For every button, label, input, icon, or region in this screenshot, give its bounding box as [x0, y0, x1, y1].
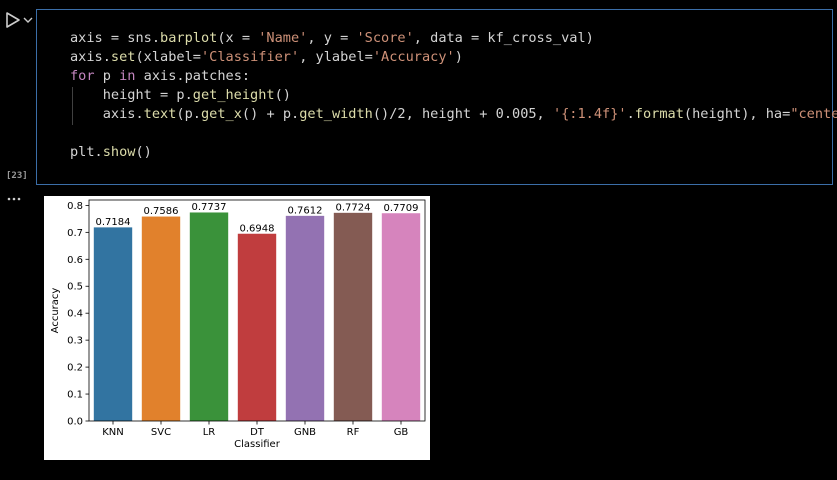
y-tick-label: 0.6	[67, 255, 83, 266]
code-line: axis.text(p.get_x() + p.get_width()/2, h…	[70, 106, 837, 122]
cell-run-controls	[0, 10, 36, 30]
bar-value-label: 0.7184	[96, 217, 131, 228]
bar-gb	[381, 213, 421, 421]
code-line: height = p.get_height()	[70, 87, 291, 103]
bar-gnb	[285, 215, 325, 421]
plot-output: 0.7184 KNN 0.7586 SVC 0.7737 LR 0.6948 DT 0.7612…	[44, 196, 430, 460]
x-tick-label: GB	[394, 427, 409, 438]
y-tick-label: 0.4	[67, 309, 83, 320]
bar-lr	[189, 212, 229, 421]
bar-value-label: 0.7709	[384, 203, 419, 214]
code-line: for p in axis.patches:	[70, 68, 251, 84]
bar-knn	[93, 227, 133, 421]
ellipsis-icon[interactable]	[7, 196, 23, 202]
x-tick-label: LR	[203, 427, 216, 438]
bar-rf	[333, 212, 373, 421]
bar-chart: 0.7184 KNN 0.7586 SVC 0.7737 LR 0.6948 DT 0.7612…	[50, 199, 426, 450]
y-axis-label: Accuracy	[50, 288, 61, 334]
y-tick-label: 0.3	[67, 336, 83, 347]
x-axis-label: Classifier	[234, 439, 281, 450]
bar-value-label: 0.7737	[192, 202, 227, 213]
x-tick-label: SVC	[151, 427, 171, 438]
bar-svc	[141, 216, 181, 421]
code-line: axis = sns.barplot(x = 'Name', y = 'Scor…	[70, 30, 594, 46]
code-editor[interactable]: axis = sns.barplot(x = 'Name', y = 'Scor…	[70, 29, 837, 162]
y-tick-label: 0.8	[67, 201, 83, 212]
x-tick-label: RF	[347, 427, 360, 438]
chevron-down-icon[interactable]	[22, 15, 34, 25]
execution-count: [23]	[6, 171, 28, 181]
y-tick-label: 0.1	[67, 390, 83, 401]
bar-value-label: 0.7612	[288, 205, 323, 216]
x-tick-label: KNN	[102, 427, 124, 438]
bar-value-label: 0.7586	[144, 206, 179, 217]
code-line: plt.show()	[70, 144, 152, 160]
x-tick-label: GNB	[294, 427, 316, 438]
bar-value-label: 0.7724	[336, 202, 371, 213]
y-tick-label: 0.0	[67, 417, 83, 428]
code-line: axis.set(xlabel='Classifier', ylabel='Ac…	[70, 49, 463, 65]
y-tick-label: 0.2	[67, 363, 83, 374]
y-tick-label: 0.7	[67, 228, 83, 239]
x-tick-label: DT	[250, 427, 265, 438]
bar-value-label: 0.6948	[240, 223, 275, 234]
y-tick-label: 0.5	[67, 282, 83, 293]
run-triangle-icon[interactable]	[4, 11, 22, 29]
bar-dt	[237, 233, 277, 421]
